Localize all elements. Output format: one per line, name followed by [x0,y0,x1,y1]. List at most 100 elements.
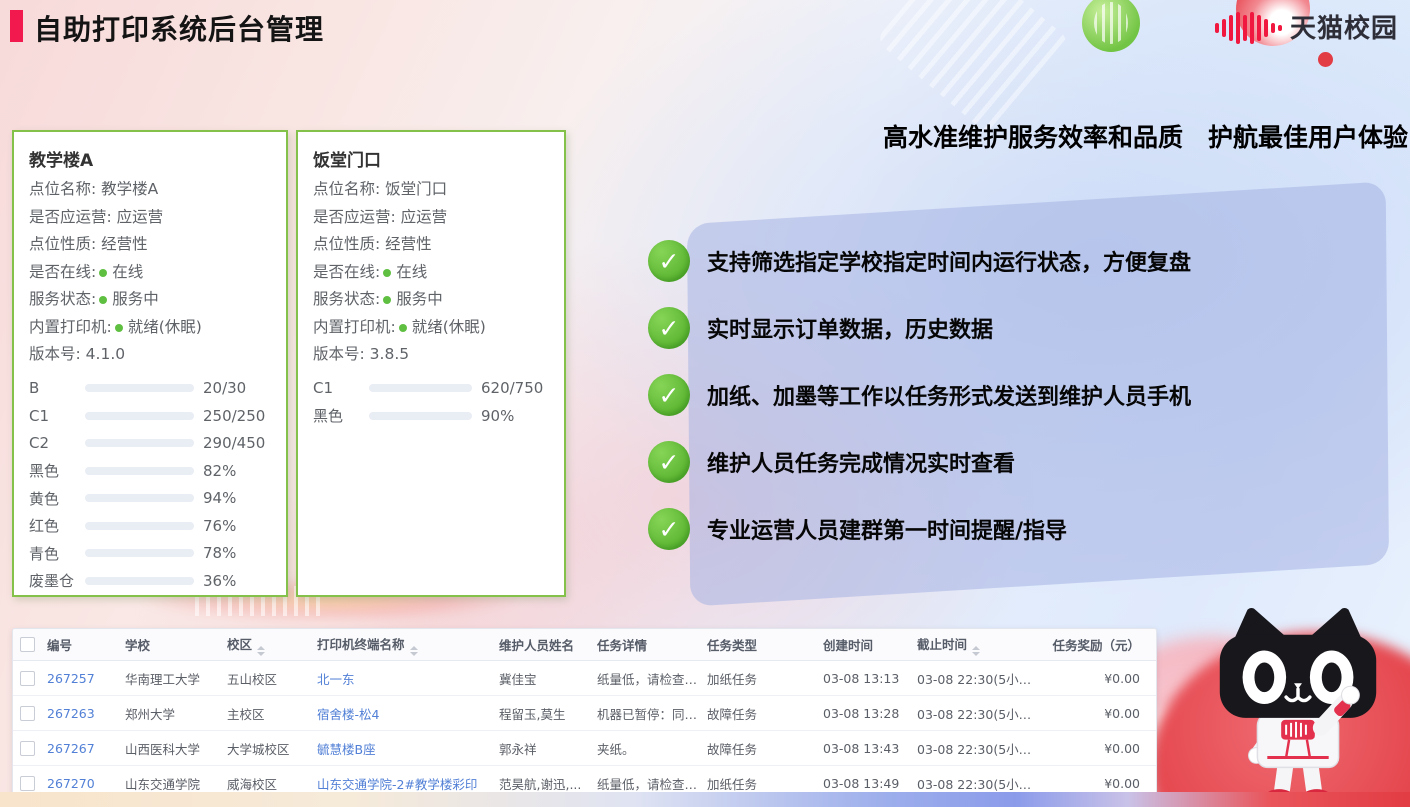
col-campus: 校区 [227,634,317,656]
field-online-status: 是否在线:在线 [29,259,271,287]
reward-cell: ¥0.00 [1049,776,1156,791]
task-table: 编号 学校 校区 打印机终端名称 维护人员姓名 任务详情 任务类型 创建时间 截… [12,628,1157,799]
checkbox-cell [13,671,47,686]
checkbox-cell [13,776,47,791]
tmall-campus-logo: 天猫校园 [1213,8,1398,45]
table-header-row: 编号 学校 校区 打印机终端名称 维护人员姓名 任务详情 任务类型 创建时间 截… [13,629,1156,661]
reward-cell: ¥0.00 [1049,741,1156,756]
deadline-cell: 03-08 22:30(5小时后) [917,739,1049,758]
feature-item: ✓专业运营人员建群第一时间提醒/指导 [648,508,1410,550]
row-checkbox[interactable] [20,776,35,791]
field-should-operate: 是否应运营: 应运营 [313,204,549,232]
meter-track [369,384,472,392]
supply-meters: C1620/750 黑色90% [313,375,549,430]
status-dot-green [399,324,407,332]
col-terminal: 打印机终端名称 [317,634,499,656]
terminal-link[interactable]: 山东交通学院-2#教学楼彩印 [317,774,499,793]
status-dot-green [99,296,107,304]
sort-icon[interactable] [972,646,980,656]
field-printer-status: 内置打印机:就绪(休眠) [313,314,549,342]
meter-row: 红色76% [29,512,271,540]
status-dot-green [99,269,107,277]
feature-item: ✓实时显示订单数据，历史数据 [648,307,1410,349]
field-version: 版本号: 4.1.0 [29,341,271,369]
supply-meters: B20/30 C1250/250 C2290/450 黑色82% 黄色94% 红… [29,375,271,595]
field-service-status: 服务状态:服务中 [29,286,271,314]
terminal-link[interactable]: 北一东 [317,669,499,688]
section-headline: 高水准维护服务效率和品质 护航最佳用户体验 [883,118,1408,154]
meter-track [85,384,194,392]
checkmark-icon: ✓ [648,508,690,550]
checkmark-icon: ✓ [648,374,690,416]
field-point-name: 点位名称: 教学楼A [29,176,271,204]
checkbox-cell [13,741,47,756]
created-cell: 03-08 13:49 [823,776,917,791]
row-checkbox[interactable] [20,706,35,721]
terminal-link[interactable]: 宿舍楼-松4 [317,704,499,723]
col-created: 创建时间 [823,635,917,654]
field-printer-status: 内置打印机:就绪(休眠) [29,314,271,342]
col-id: 编号 [47,635,125,654]
field-service-status: 服务状态:服务中 [313,286,549,314]
detail-cell: 机器已暂停：同学... [597,704,707,723]
type-cell: 加纸任务 [707,669,823,688]
school-cell: 山西医科大学 [125,739,227,758]
col-reward: 任务奖励（元） [1049,635,1156,654]
campus-cell: 大学城校区 [227,739,317,758]
card-title: 饭堂门口 [313,146,549,171]
meter-track [85,549,194,557]
task-id-link[interactable]: 267270 [47,776,125,791]
field-online-status: 是否在线:在线 [313,259,549,287]
feature-item: ✓加纸、加墨等工作以任务形式发送到维护人员手机 [648,374,1410,416]
task-id-link[interactable]: 267257 [47,671,125,686]
meter-row: 黄色94% [29,485,271,513]
field-version: 版本号: 3.8.5 [313,341,549,369]
deadline-cell: 03-08 22:30(5小时后) [917,704,1049,723]
status-dot-green [383,269,391,277]
status-card-canteen-entrance: 饭堂门口 点位名称: 饭堂门口 是否应运营: 应运营 点位性质: 经营性 是否在… [296,130,566,597]
reward-cell: ¥0.00 [1049,706,1156,721]
meter-row: B20/30 [29,375,271,403]
checkmark-icon: ✓ [648,441,690,483]
row-checkbox[interactable] [20,741,35,756]
meter-track [85,494,194,502]
campus-cell: 主校区 [227,704,317,723]
sort-icon[interactable] [410,646,418,656]
meter-row: 黑色90% [313,402,549,430]
field-should-operate: 是否应运营: 应运营 [29,204,271,232]
sort-icon[interactable] [257,646,265,656]
deadline-cell: 03-08 22:30(5小时后) [917,669,1049,688]
meter-row: C2290/450 [29,430,271,458]
status-dot-green [115,324,123,332]
task-id-link[interactable]: 267263 [47,706,125,721]
col-type: 任务类型 [707,635,823,654]
table-row: 267267 山西医科大学 大学城校区 毓慧楼B座 郭永祥 夹纸。 故障任务 0… [13,731,1156,766]
feature-item: ✓支持筛选指定学校指定时间内运行状态，方便复盘 [648,240,1410,282]
terminal-link[interactable]: 毓慧楼B座 [317,739,499,758]
meter-row: C1250/250 [29,402,271,430]
page-title: 自助打印系统后台管理 [34,8,324,48]
tmall-cat-mascot [1194,607,1402,805]
feature-item: ✓维护人员任务完成情况实时查看 [648,441,1410,483]
meter-row: 青色78% [29,540,271,568]
row-checkbox[interactable] [20,671,35,686]
school-cell: 郑州大学 [125,704,227,723]
created-cell: 03-08 13:13 [823,671,917,686]
task-id-link[interactable]: 267267 [47,741,125,756]
table-row: 267263 郑州大学 主校区 宿舍楼-松4 程留玉,莫生 机器已暂停：同学..… [13,696,1156,731]
type-cell: 加纸任务 [707,774,823,793]
created-cell: 03-08 13:43 [823,741,917,756]
reward-cell: ¥0.00 [1049,671,1156,686]
detail-cell: 纸量低，请检查C1... [597,774,707,793]
deadline-cell: 03-08 22:30(5小时后) [917,774,1049,793]
col-school: 学校 [125,635,227,654]
meter-track [85,412,194,420]
select-all-checkbox-cell [13,637,47,652]
slide: 自助打印系统后台管理 天猫校园 教学楼A 点位名称: 教学楼A 是否应运营: 应… [0,0,1410,807]
staff-cell: 程留玉,莫生 [499,704,597,723]
detail-cell: 纸量低，请检查C1... [597,669,707,688]
col-detail: 任务详情 [597,635,707,654]
field-point-type: 点位性质: 经营性 [29,231,271,259]
select-all-checkbox[interactable] [20,637,35,652]
campus-cell: 五山校区 [227,669,317,688]
